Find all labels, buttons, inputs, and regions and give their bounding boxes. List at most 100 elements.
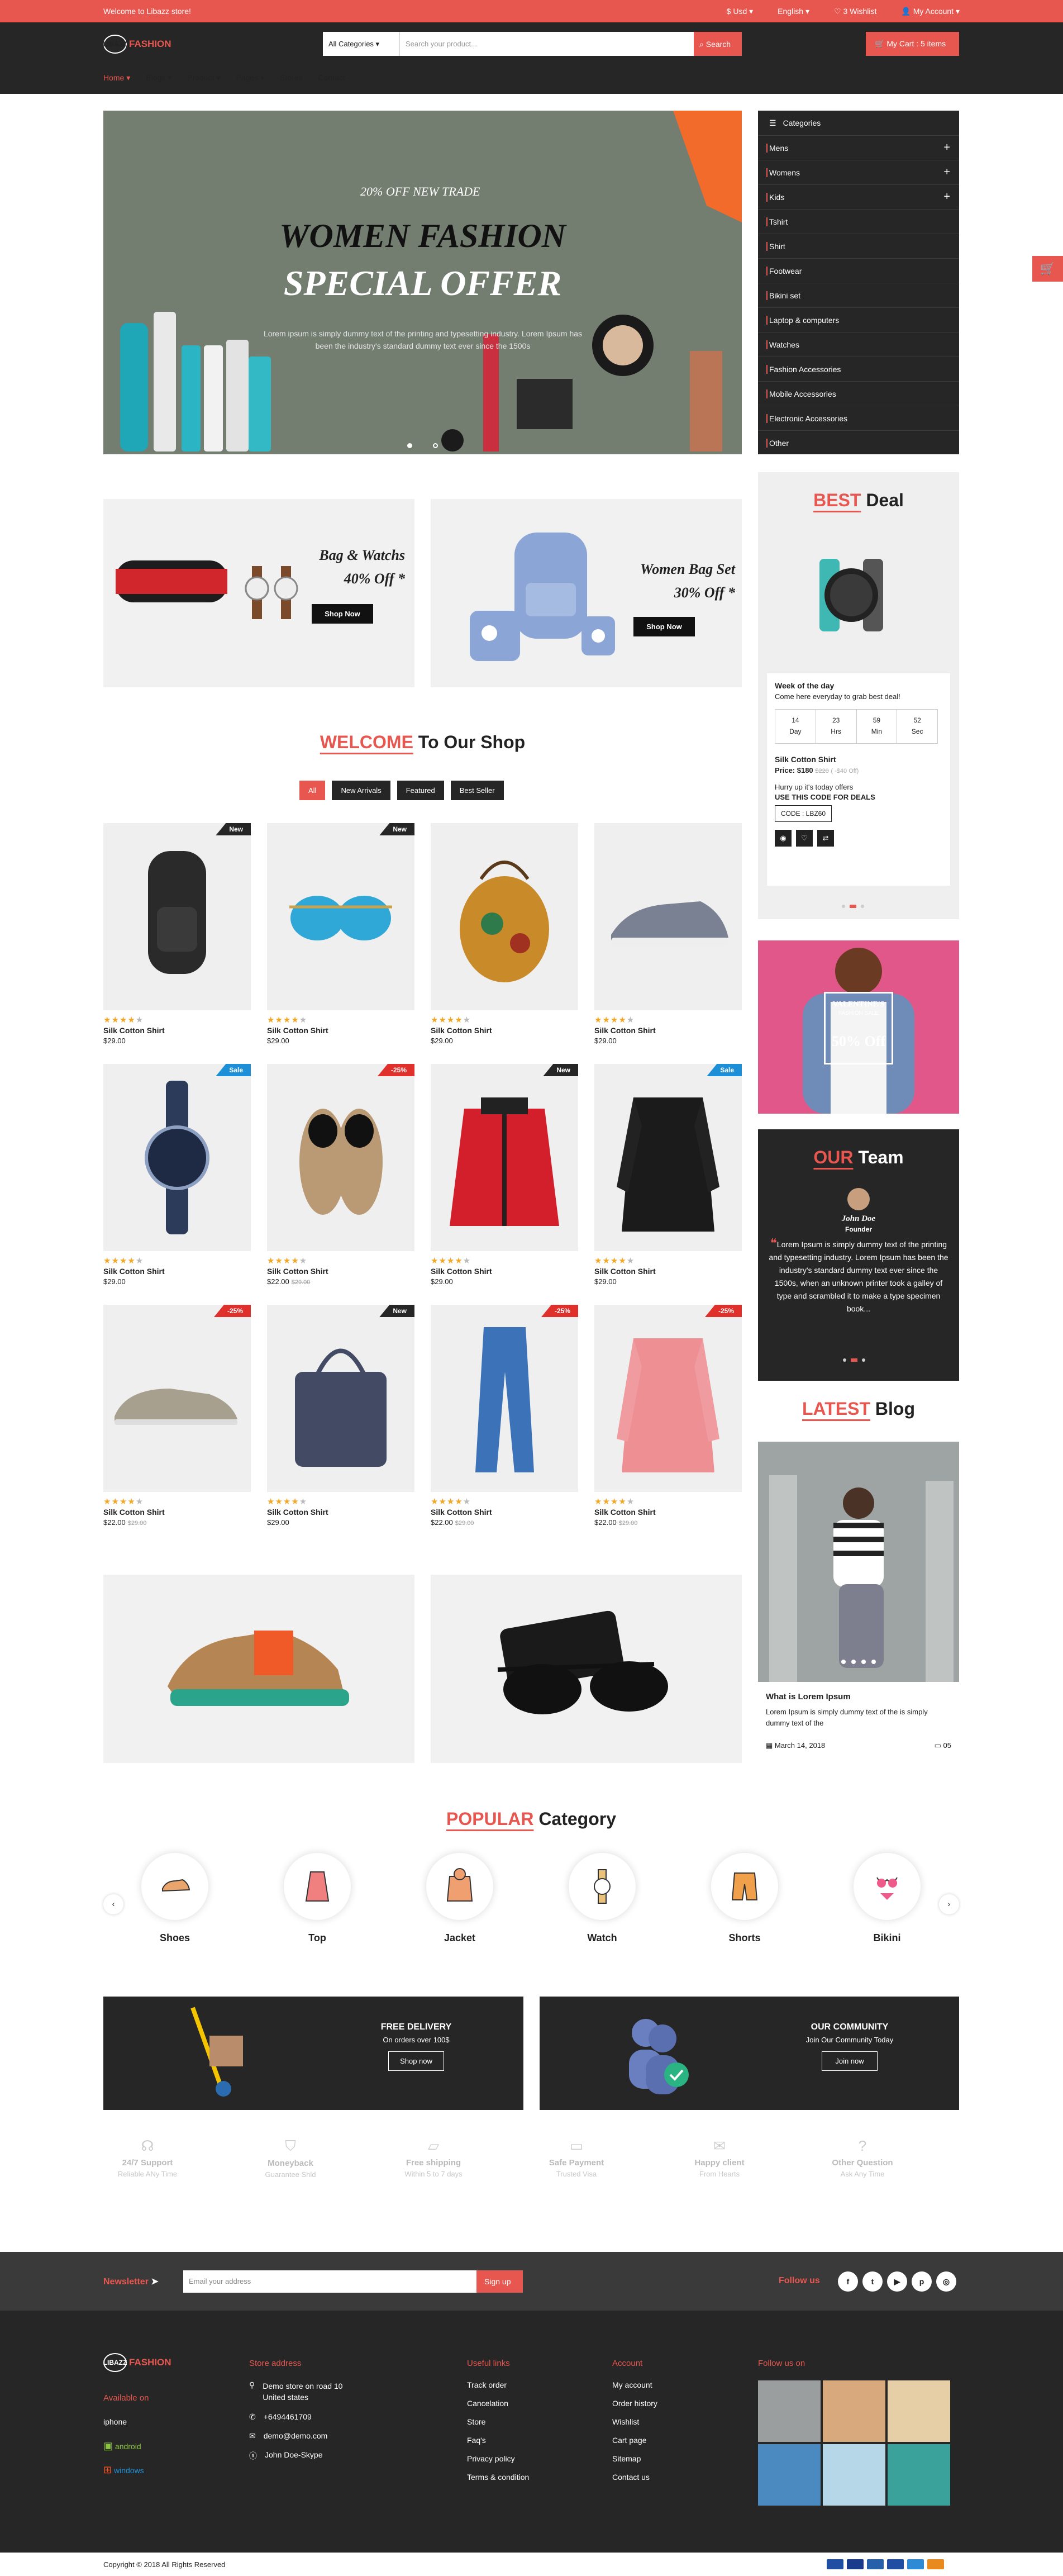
product-name[interactable]: Silk Cotton Shirt <box>594 1508 742 1517</box>
tab-new-arrivals[interactable]: New Arrivals <box>332 781 390 800</box>
footer-link[interactable]: Contact us <box>612 2473 657 2482</box>
logo[interactable]: LIBAZZ FASHION <box>103 35 171 54</box>
blog-post-title[interactable]: What is Lorem Ipsum <box>766 1692 851 1702</box>
product-name[interactable]: Silk Cotton Shirt <box>594 1026 742 1035</box>
product-image[interactable]: -25% <box>431 1305 578 1492</box>
category-item[interactable]: Mens + <box>758 135 959 160</box>
category-item[interactable]: Footwear <box>758 258 959 283</box>
gallery-image[interactable] <box>888 2380 950 2442</box>
tab-featured[interactable]: Featured <box>397 781 444 800</box>
gallery-image[interactable] <box>758 2444 821 2506</box>
category-item[interactable]: Other <box>758 430 959 455</box>
slider-dot[interactable] <box>842 905 845 908</box>
compare-icon[interactable]: ⇄ <box>817 830 834 847</box>
product-name[interactable]: Silk Cotton Shirt <box>103 1026 251 1035</box>
shorts-icon[interactable] <box>711 1853 778 1920</box>
jacket-icon[interactable] <box>426 1853 493 1920</box>
slider-dot[interactable] <box>407 443 412 448</box>
valentine-banner[interactable]: VALENTINE'S FASHION SALE 50% Off <box>758 940 959 1114</box>
product-card[interactable]: Sale ★★★★★ Silk Cotton Shirt $29.00 <box>594 1064 742 1286</box>
slider-dot[interactable] <box>862 1358 865 1362</box>
footer-link[interactable]: Store <box>467 2417 529 2426</box>
footer-link[interactable]: Wishlist <box>612 2417 657 2426</box>
top-icon[interactable] <box>284 1853 351 1920</box>
popular-category-item[interactable]: Bikini <box>854 1853 921 1944</box>
nav-home[interactable]: Home ▾ <box>103 73 130 83</box>
plus-icon[interactable]: + <box>943 191 950 203</box>
product-name[interactable]: Silk Cotton Shirt <box>267 1267 414 1276</box>
iphone-link[interactable]: iphone <box>103 2415 149 2428</box>
facebook-icon[interactable]: f <box>838 2271 858 2292</box>
category-item[interactable]: Laptop & computers <box>758 307 959 332</box>
store-email[interactable]: ✉ demo@demo.com <box>249 2431 361 2441</box>
product-name[interactable]: Silk Cotton Shirt <box>431 1026 578 1035</box>
slider-dot[interactable] <box>843 1358 846 1362</box>
product-image[interactable]: Sale <box>103 1064 251 1251</box>
search-button[interactable]: ⌕ Search <box>694 32 742 56</box>
product-image[interactable]: New <box>267 1305 414 1492</box>
slider-dot[interactable] <box>861 905 864 908</box>
floating-cart-icon[interactable]: 🛒 <box>1032 256 1063 282</box>
popular-category-item[interactable]: Watch <box>569 1853 636 1944</box>
footer-link[interactable]: Cart page <box>612 2436 657 2445</box>
product-image[interactable]: New <box>431 1064 578 1251</box>
bikini-icon[interactable] <box>854 1853 921 1920</box>
product-card[interactable]: -25% ★★★★★ Silk Cotton Shirt $22.00 $29.00 <box>267 1064 414 1286</box>
gallery-image[interactable] <box>823 2444 885 2506</box>
wishlist-link[interactable]: ♡ 3 Wishlist <box>834 7 876 16</box>
category-item[interactable]: Fashion Accessories <box>758 357 959 381</box>
instagram-icon[interactable]: ◎ <box>936 2271 956 2292</box>
slider-dot[interactable] <box>433 443 438 448</box>
product-image[interactable] <box>431 823 578 1010</box>
product-image[interactable]: Sale <box>594 1064 742 1251</box>
footer-link[interactable]: Privacy policy <box>467 2454 529 2463</box>
category-item[interactable]: Watches <box>758 332 959 357</box>
cart-button[interactable]: 🛒 My Cart : 5 items <box>866 32 959 56</box>
product-card[interactable]: New ★★★★★ Silk Cotton Shirt $29.00 <box>267 1305 414 1527</box>
sunglasses-banner[interactable] <box>431 1575 742 1763</box>
product-image[interactable]: -25% <box>267 1064 414 1251</box>
product-name[interactable]: Silk Cotton Shirt <box>103 1267 251 1276</box>
join-now-button[interactable]: Join now <box>822 2051 878 2071</box>
slider-dot[interactable] <box>851 1358 857 1362</box>
popular-category-item[interactable]: Shorts <box>711 1853 778 1944</box>
windows-link[interactable]: ⊞ windows <box>103 2464 149 2476</box>
blog-card[interactable]: What is Lorem Ipsum Lorem Ipsum is simpl… <box>758 1442 959 1766</box>
product-name[interactable]: Silk Cotton Shirt <box>267 1026 414 1035</box>
category-item[interactable]: Kids + <box>758 184 959 209</box>
currency-select[interactable]: $ Usd ▾ <box>727 7 754 16</box>
tab-all[interactable]: All <box>299 781 326 800</box>
popular-category-item[interactable]: Shoes <box>141 1853 208 1944</box>
shoe-banner[interactable] <box>103 1575 414 1763</box>
product-name[interactable]: Silk Cotton Shirt <box>103 1508 251 1517</box>
product-card[interactable]: New ★★★★★ Silk Cotton Shirt $29.00 <box>431 1064 578 1286</box>
category-item[interactable]: Shirt <box>758 234 959 258</box>
product-card[interactable]: Sale ★★★★★ Silk Cotton Shirt $29.00 <box>103 1064 251 1286</box>
prev-arrow[interactable]: ‹ <box>103 1894 123 1914</box>
footer-link[interactable]: Cancelation <box>467 2399 529 2408</box>
footer-link[interactable]: Faq's <box>467 2436 529 2445</box>
eye-icon[interactable]: ◉ <box>775 830 792 847</box>
footer-link[interactable]: Order history <box>612 2399 657 2408</box>
footer-logo[interactable]: LIBAZZ FASHION <box>103 2353 171 2372</box>
product-card[interactable]: -25% ★★★★★ Silk Cotton Shirt $22.00 $29.00 <box>431 1305 578 1527</box>
category-item[interactable]: Tshirt <box>758 209 959 234</box>
deal-product-name[interactable]: Silk Cotton Shirt <box>775 755 836 764</box>
nav-pages[interactable]: Pages ▾ <box>236 73 264 83</box>
product-card[interactable]: New ★★★★★ Silk Cotton Shirt $29.00 <box>267 823 414 1045</box>
product-card[interactable]: -25% ★★★★★ Silk Cotton Shirt $22.00 $29.00 <box>103 1305 251 1527</box>
product-name[interactable]: Silk Cotton Shirt <box>267 1508 414 1517</box>
footer-link[interactable]: My account <box>612 2380 657 2389</box>
twitter-icon[interactable]: t <box>862 2271 883 2292</box>
category-item[interactable]: Bikini set <box>758 283 959 307</box>
product-image[interactable]: -25% <box>594 1305 742 1492</box>
nav-contact[interactable]: Contact <box>318 73 345 83</box>
plus-icon[interactable]: + <box>943 166 950 179</box>
product-card[interactable]: -25% ★★★★★ Silk Cotton Shirt $22.00 $29.00 <box>594 1305 742 1527</box>
search-category-select[interactable]: All Categories ▾ <box>323 32 400 56</box>
search-input[interactable]: Search your product... <box>400 32 694 56</box>
footer-link[interactable]: Track order <box>467 2380 529 2389</box>
tab-best-seller[interactable]: Best Seller <box>450 781 504 800</box>
category-item[interactable]: Mobile Accessories <box>758 381 959 406</box>
shop-now-button[interactable]: Shop now <box>388 2051 444 2071</box>
